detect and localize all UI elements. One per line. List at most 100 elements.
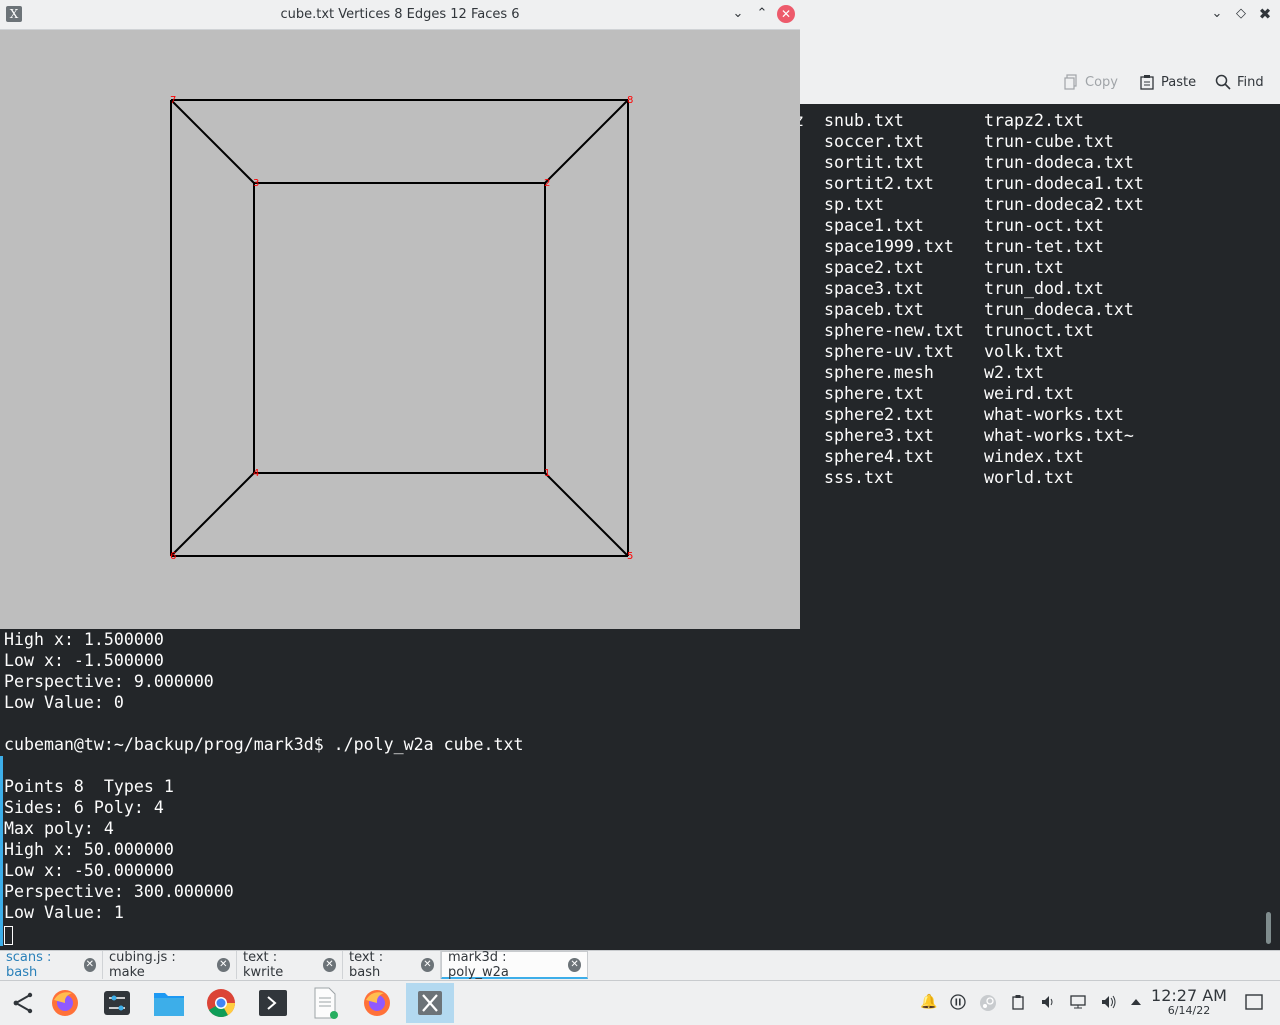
clipboard-icon[interactable] (1010, 994, 1026, 1010)
files-icon[interactable] (146, 983, 192, 1023)
tab-mark3d-poly[interactable]: mark3d : poly_w2a ✕ (441, 949, 588, 980)
file-list-item: sss.txt (824, 468, 894, 487)
terminal-line: Perspective: 300.000000 (4, 882, 234, 901)
close-tab-icon[interactable]: ✕ (216, 958, 230, 972)
cube-canvas[interactable]: 1 2 3 4 5 6 7 8 (0, 29, 800, 629)
terminal-line: Low x: -50.000000 (4, 861, 174, 880)
selection-marker (0, 756, 3, 946)
file-list-item: sortit.txt (824, 153, 924, 172)
minimize-icon[interactable]: ⌄ (1209, 6, 1225, 22)
tab-label: cubing.js : make (109, 950, 176, 980)
tab-cubing-make[interactable]: cubing.js : make ✕ (103, 950, 237, 980)
search-icon (1215, 74, 1231, 90)
file-list-item: space1.txt (824, 216, 924, 235)
file-list-item: soccer.txt (824, 132, 924, 151)
konsole-titlebar: ⌄ ◇ ✖ (800, 0, 1280, 29)
show-desktop-icon[interactable] (1245, 994, 1263, 1010)
file-list-item: trun-dodeca.txt (984, 153, 1134, 172)
copy-icon (1064, 74, 1077, 90)
x11-viewer-icon[interactable] (406, 983, 454, 1023)
terminal-output: High x: 1.500000 Low x: -1.500000 Perspect… (4, 629, 524, 923)
clock-time[interactable]: 12:27 AM (1150, 986, 1228, 1005)
terminal-line: Low Value: 0 (4, 693, 124, 712)
file-list-item: sphere-new.txt (824, 321, 964, 340)
find-button[interactable]: Find (1215, 71, 1264, 93)
tab-scans-bash[interactable]: scans : bash ✕ (0, 950, 103, 980)
close-tab-icon[interactable]: ✕ (420, 958, 434, 972)
close-tab-icon[interactable]: ✕ (83, 958, 96, 972)
firefox-icon[interactable] (42, 983, 88, 1023)
minimize-icon[interactable]: ⌄ (729, 5, 747, 23)
file-list-item: what-works.txt (984, 405, 1124, 424)
tray-expand-icon[interactable] (1128, 994, 1144, 1010)
tab-text-bash[interactable]: text : bash ✕ (343, 950, 441, 980)
terminal-line: cubeman@tw:~/backup/prog/mark3d$ ./poly_… (4, 735, 524, 754)
file-list-item: trunoct.txt (984, 321, 1094, 340)
file-list-item: sphere3.txt (824, 426, 934, 445)
file-list-column-1: snub.txt soccer.txt sortit.txt sortit2.txt s… (824, 110, 964, 488)
file-list-item: trun_dod.txt (984, 279, 1104, 298)
tab-text-kwrite[interactable]: text : kwrite ✕ (237, 950, 343, 980)
file-list-item: spaceb.txt (824, 300, 924, 319)
firefox-icon[interactable] (354, 983, 400, 1023)
vertex-label: 4 (253, 468, 259, 479)
paste-button[interactable]: Paste (1139, 71, 1196, 93)
cube-viewer-window: X cube.txt Vertices 8 Edges 12 Faces 6 ⌄… (0, 0, 800, 629)
terminal-icon[interactable] (250, 983, 296, 1023)
vertex-label: 2 (544, 178, 550, 189)
clock-date: 6/14/22 (1167, 1004, 1211, 1017)
tab-label: text : kwrite (243, 950, 284, 980)
terminal-cursor (4, 926, 13, 945)
vertex-label: 1 (544, 468, 550, 479)
terminal-line: Max poly: 4 (4, 819, 114, 838)
paste-label: Paste (1161, 74, 1197, 90)
file-list-item: space3.txt (824, 279, 924, 298)
terminal-scrollbar[interactable] (1266, 912, 1271, 944)
file-list-item: snub.txt (824, 111, 904, 130)
settings-icon[interactable] (94, 983, 140, 1023)
close-icon[interactable]: ✕ (777, 5, 795, 23)
copy-button[interactable]: Copy (1063, 71, 1118, 93)
tab-bar: scans : bash ✕ cubing.js : make ✕ text :… (0, 950, 1280, 981)
file-list-item: world.txt (984, 468, 1074, 487)
file-list-item: what-works.txt~ (984, 426, 1134, 445)
close-tab-icon[interactable]: ✕ (322, 958, 336, 972)
tab-label: text : bash (349, 950, 384, 980)
copy-label: Copy (1085, 74, 1118, 90)
notification-bell-icon[interactable]: 🔔 (920, 994, 937, 1010)
close-icon[interactable]: ✖ (1257, 6, 1273, 22)
float-icon[interactable]: ◇ (1233, 6, 1249, 22)
vertex-label: 5 (627, 551, 633, 562)
close-tab-icon[interactable]: ✕ (568, 957, 581, 972)
file-list-item: weird.txt (984, 384, 1074, 403)
vertex-label: 6 (170, 551, 176, 562)
maximize-icon[interactable]: ⌃ (753, 5, 771, 23)
media-pause-icon[interactable] (950, 994, 966, 1010)
cube-edge (544, 472, 629, 557)
file-list-item: sphere-uv.txt (824, 342, 954, 361)
volume-icon[interactable] (1040, 994, 1056, 1010)
file-list-item: sphere.mesh (824, 363, 934, 382)
launcher-icon[interactable] (0, 983, 46, 1023)
speaker-icon[interactable] (1100, 994, 1116, 1010)
vertex-label: 8 (627, 95, 633, 106)
file-list-item: sphere4.txt (824, 447, 934, 466)
cube-edge (170, 99, 255, 184)
taskbar: 🔔 (0, 980, 1280, 1025)
konsole-toolbar (800, 29, 1280, 105)
steam-icon[interactable] (979, 994, 996, 1011)
network-icon[interactable] (1070, 994, 1086, 1010)
file-list-item: trun-tet.txt (984, 237, 1104, 256)
terminal-line: High x: 1.500000 (4, 630, 164, 649)
file-list-item: space1999.txt (824, 237, 954, 256)
kwrite-icon[interactable] (302, 983, 348, 1023)
file-list-item: w2.txt (984, 363, 1044, 382)
file-list-item: windex.txt (984, 447, 1084, 466)
file-list-item: volk.txt (984, 342, 1064, 361)
chrome-icon[interactable] (198, 983, 244, 1023)
find-label: Find (1237, 74, 1264, 90)
tab-label: scans : bash (6, 950, 52, 980)
tab-label: mark3d : poly_w2a (448, 949, 509, 980)
